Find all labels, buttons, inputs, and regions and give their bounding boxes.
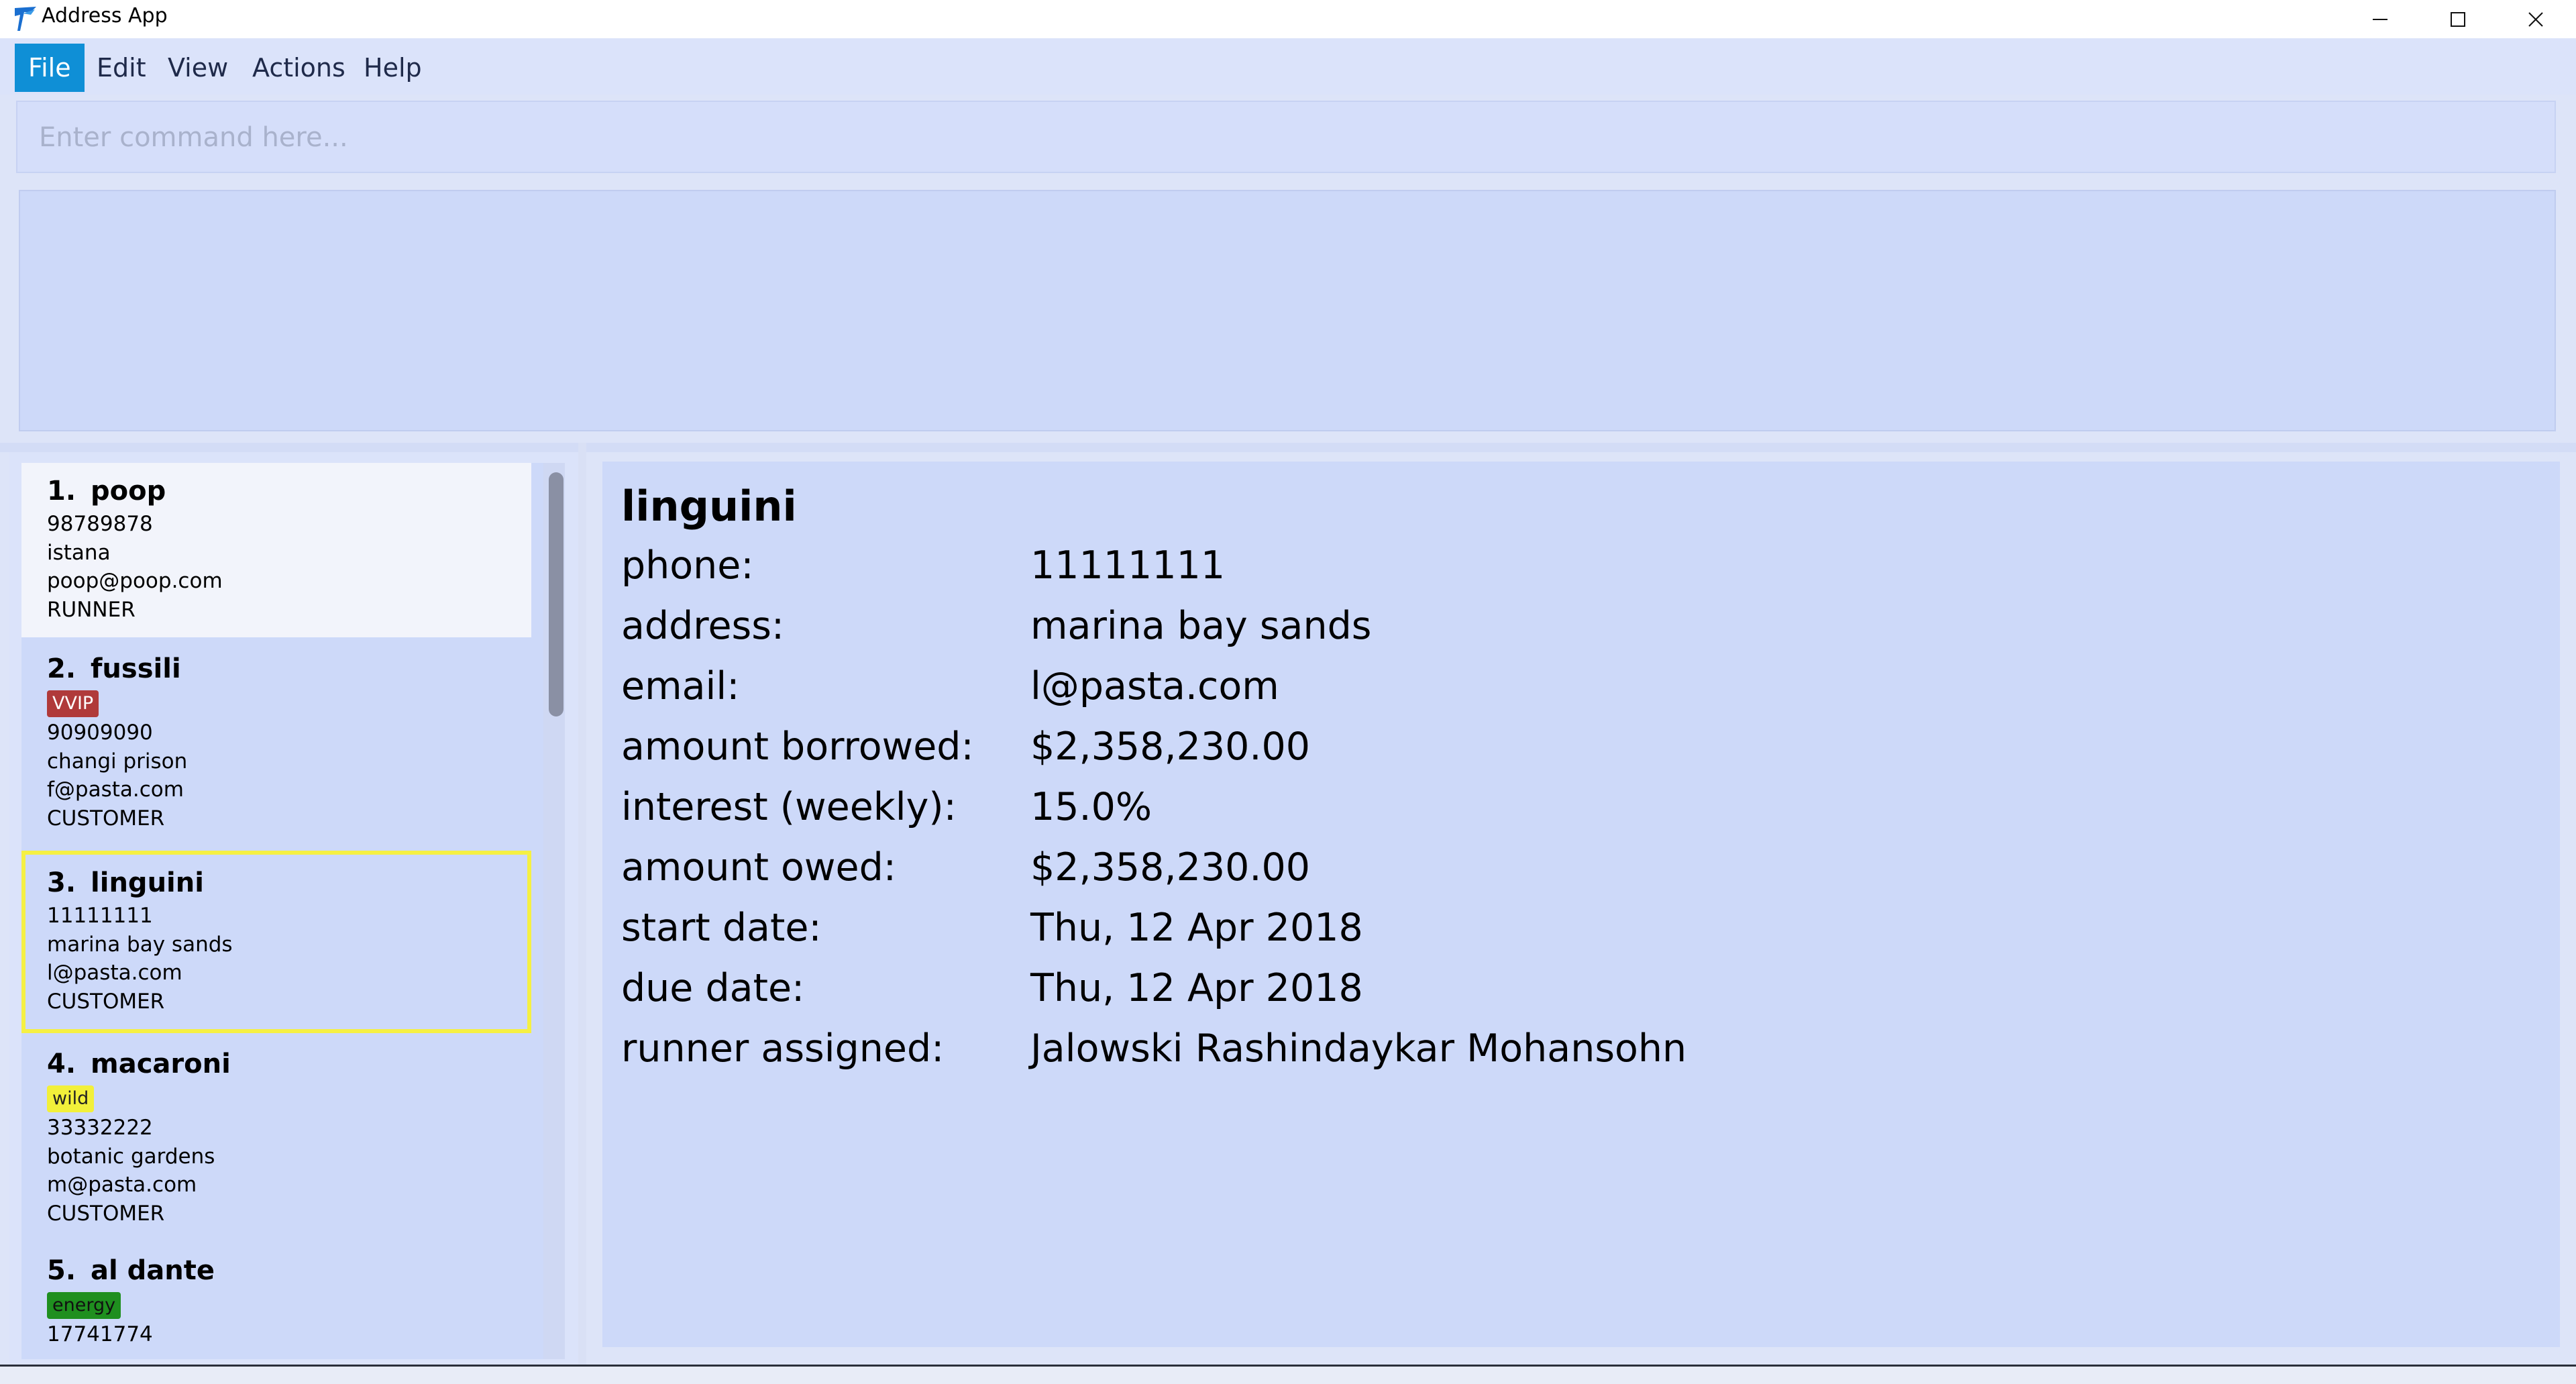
detail-value: Thu, 12 Apr 2018 [1030, 906, 1363, 950]
maximize-button[interactable] [2419, 0, 2497, 38]
scrollbar-thumb[interactable] [549, 472, 564, 716]
detail-value: l@pasta.com [1030, 664, 1279, 708]
person-phone: 33332222 [47, 1116, 153, 1140]
tag-badge: VVIP [47, 690, 99, 717]
detail-label: start date: [621, 906, 822, 950]
tag-badge: energy [47, 1292, 121, 1319]
window-title: Address App [42, 4, 168, 28]
detail-value: 11111111 [1030, 543, 1226, 588]
person-role: CUSTOMER [47, 1201, 165, 1226]
title-bar: Address App [0, 0, 2576, 38]
detail-label: runner assigned: [621, 1026, 945, 1071]
close-icon [2528, 11, 2543, 27]
detail-value: $2,358,230.00 [1030, 725, 1311, 769]
person-detail-panel: linguini phone: 11111111 address: marina… [602, 462, 2560, 1347]
close-button[interactable] [2497, 0, 2575, 38]
person-card-1[interactable]: 1. poop 98789878 istana poop@poop.com RUN… [21, 463, 531, 637]
detail-label: interest (weekly): [621, 785, 957, 829]
person-card-title: 5. al dante [47, 1255, 215, 1286]
menu-edit[interactable]: Edit [83, 44, 160, 92]
person-card-5[interactable]: 5. al dante energy 17741774 [21, 1242, 531, 1359]
split-divider [0, 443, 2576, 452]
person-address: changi prison [47, 749, 188, 774]
detail-label: due date: [621, 966, 805, 1010]
menu-view[interactable]: View [154, 44, 241, 92]
person-list-panel: 1. poop 98789878 istana poop@poop.com RUN… [9, 452, 578, 1365]
detail-label: phone: [621, 543, 754, 588]
person-card-title: 3. linguini [47, 867, 204, 898]
status-bar [0, 1365, 2576, 1384]
menu-bar: File Edit View Actions Help [0, 38, 2576, 95]
tag-badge: wild [47, 1085, 95, 1112]
menu-file[interactable]: File [15, 44, 85, 92]
detail-name: linguini [621, 482, 797, 531]
detail-value: Thu, 12 Apr 2018 [1030, 966, 1363, 1010]
detail-label: amount owed: [621, 845, 896, 890]
person-email: f@pasta.com [47, 778, 184, 802]
person-phone: 17741774 [47, 1322, 153, 1346]
command-input[interactable] [38, 102, 2536, 173]
person-role: CUSTOMER [47, 806, 165, 831]
person-card-4[interactable]: 4. macaroni wild 33332222 botanic gardens… [21, 1036, 531, 1238]
person-email: m@pasta.com [47, 1173, 197, 1197]
person-phone: 11111111 [47, 904, 153, 928]
person-address: istana [47, 540, 111, 565]
detail-value: 15.0% [1030, 785, 1152, 829]
detail-value: Jalowski Rashindaykar Mohansohn [1030, 1026, 1687, 1071]
menu-actions[interactable]: Actions [239, 44, 359, 92]
person-phone: 90909090 [47, 721, 153, 745]
result-display [19, 190, 2556, 431]
person-card-title: 1. poop [47, 476, 166, 507]
person-card-title: 4. macaroni [47, 1049, 231, 1079]
detail-value: $2,358,230.00 [1030, 845, 1311, 890]
list-scrollbar[interactable] [543, 463, 565, 1359]
person-list: 1. poop 98789878 istana poop@poop.com RUN… [21, 463, 543, 1359]
person-card-title: 2. fussili [47, 653, 181, 684]
person-role: CUSTOMER [47, 989, 165, 1014]
person-address: marina bay sands [47, 932, 233, 957]
minimize-icon [2373, 18, 2387, 20]
split-pane-divider[interactable] [578, 443, 586, 1365]
person-card-2[interactable]: 2. fussili VVIP 90909090 changi prison f@… [21, 641, 531, 845]
command-box [16, 101, 2556, 173]
detail-label: address: [621, 604, 785, 648]
person-email: poop@poop.com [47, 569, 223, 593]
minimize-button[interactable] [2341, 0, 2419, 38]
person-phone: 98789878 [47, 512, 153, 536]
maximize-icon [2451, 11, 2465, 27]
detail-label: amount borrowed: [621, 725, 974, 769]
detail-label: email: [621, 664, 740, 708]
detail-value: marina bay sands [1030, 604, 1372, 648]
person-role: RUNNER [47, 597, 136, 622]
person-email: l@pasta.com [47, 961, 182, 985]
person-card-3[interactable]: 3. linguini 11111111 marina bay sands l@p… [21, 851, 531, 1033]
person-address: botanic gardens [47, 1144, 215, 1169]
menu-help[interactable]: Help [350, 44, 435, 92]
app-logo-icon [15, 7, 36, 31]
